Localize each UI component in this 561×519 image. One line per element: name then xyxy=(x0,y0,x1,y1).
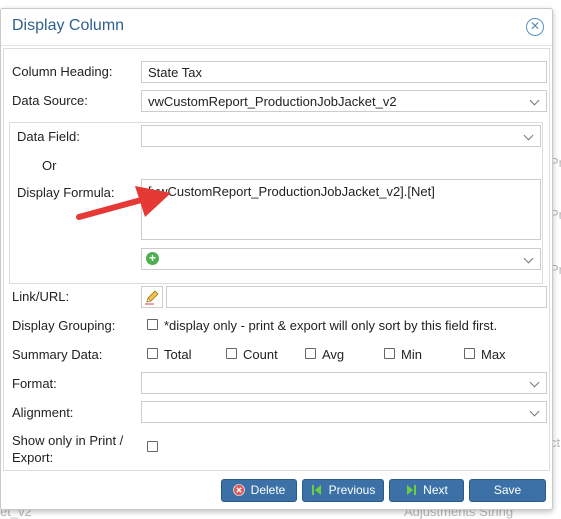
format-select[interactable] xyxy=(141,372,547,394)
chevron-down-icon xyxy=(529,95,540,106)
link-url-label: Link/URL: xyxy=(12,289,70,304)
data-field-select[interactable] xyxy=(141,125,541,147)
previous-label: Previous xyxy=(328,483,376,497)
annotation-arrow-icon xyxy=(76,186,171,220)
previous-icon xyxy=(311,485,321,495)
summary-avg-checkbox[interactable] xyxy=(305,348,316,359)
column-heading-label: Column Heading: xyxy=(12,64,113,79)
save-label: Save xyxy=(493,483,522,497)
summary-total-label: Total xyxy=(164,347,192,362)
alignment-select[interactable] xyxy=(141,401,547,423)
display-column-dialog: Display Column ✕ Column Heading: State T… xyxy=(0,8,553,510)
summary-min-label: Min xyxy=(401,347,422,362)
summary-avg-label: Avg xyxy=(322,347,345,362)
summary-count-label: Count xyxy=(243,347,278,362)
delete-button[interactable]: Delete xyxy=(221,479,297,502)
data-source-select[interactable]: vwCustomReport_ProductionJobJacket_v2 xyxy=(141,90,547,112)
form-panel: Column Heading: State Tax Data Source: v… xyxy=(3,48,550,471)
chevron-down-icon xyxy=(529,377,540,388)
link-url-input[interactable] xyxy=(166,286,547,308)
delete-icon xyxy=(232,484,245,496)
dialog-header: Display Column ✕ xyxy=(1,9,552,46)
show-only-print-label: Show only in Print / xyxy=(12,433,124,448)
add-icon[interactable]: + xyxy=(146,252,159,265)
next-icon xyxy=(407,485,417,495)
summary-total-checkbox[interactable] xyxy=(147,348,158,359)
data-source-label: Data Source: xyxy=(12,93,88,108)
summary-max-checkbox[interactable] xyxy=(464,348,475,359)
display-formula-textarea[interactable]: [vwCustomReport_ProductionJobJacket_v2].… xyxy=(141,179,541,240)
chevron-down-icon xyxy=(523,130,534,141)
display-grouping-note: *display only - print & export will only… xyxy=(164,318,498,333)
delete-label: Delete xyxy=(250,483,286,497)
summary-data-label: Summary Data: xyxy=(12,347,103,362)
summary-min-checkbox[interactable] xyxy=(384,348,395,359)
close-icon[interactable]: ✕ xyxy=(526,18,544,36)
save-button[interactable]: Save xyxy=(469,479,546,502)
pencil-icon xyxy=(145,290,159,305)
summary-max-label: Max xyxy=(481,347,506,362)
column-heading-input[interactable]: State Tax xyxy=(141,61,547,83)
show-only-print-checkbox[interactable] xyxy=(147,441,158,452)
data-field-label: Data Field: xyxy=(17,129,80,144)
or-label: Or xyxy=(42,158,57,173)
next-label: Next xyxy=(423,483,448,497)
format-label: Format: xyxy=(12,376,57,391)
data-source-value: vwCustomReport_ProductionJobJacket_v2 xyxy=(148,94,397,109)
dialog-title: Display Column xyxy=(12,17,125,34)
summary-count-checkbox[interactable] xyxy=(226,348,237,359)
display-grouping-label: Display Grouping: xyxy=(12,318,116,333)
alignment-label: Alignment: xyxy=(12,405,74,420)
formula-field-select[interactable]: + xyxy=(141,248,541,270)
show-only-print-label-line2: Export: xyxy=(12,450,54,465)
next-button[interactable]: Next xyxy=(389,479,464,502)
edit-link-button[interactable] xyxy=(141,286,163,308)
chevron-down-icon xyxy=(523,253,534,264)
chevron-down-icon xyxy=(529,406,540,417)
display-grouping-checkbox[interactable] xyxy=(147,319,158,330)
previous-button[interactable]: Previous xyxy=(302,479,384,502)
